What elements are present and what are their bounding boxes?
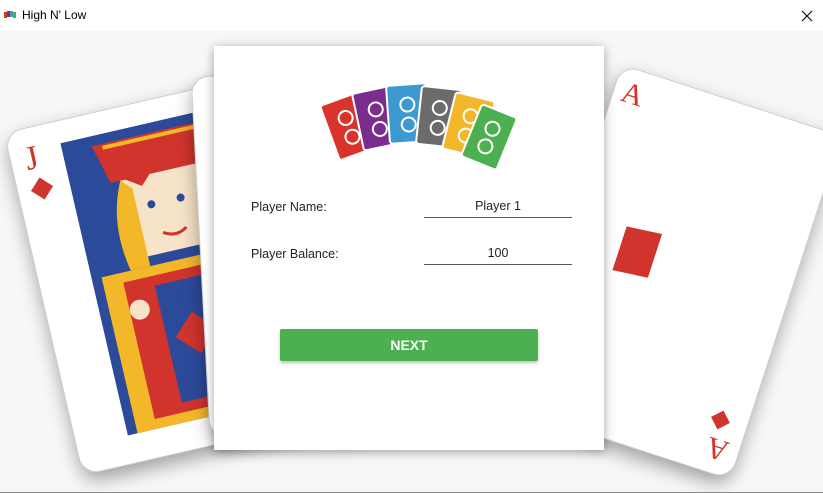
- player-balance-input[interactable]: [424, 242, 572, 265]
- next-button[interactable]: NEXT: [280, 329, 538, 361]
- close-button[interactable]: [791, 0, 823, 31]
- card-fan-logo-icon: [319, 82, 518, 171]
- diamond-suit-small-icon: [711, 410, 730, 430]
- player-balance-label: Player Balance:: [251, 247, 339, 261]
- card-rank-jack: J: [21, 139, 43, 179]
- diamond-suit-large-icon: [612, 226, 663, 278]
- card-rank-ace-top: A: [617, 75, 648, 114]
- player-setup-dialog: Player Name: Player Balance: NEXT: [214, 46, 604, 450]
- game-background: J A A Player Name: Player 1 Player Balan…: [0, 31, 823, 492]
- diamond-suit-icon: [31, 177, 54, 200]
- title-bar: High N' Low: [0, 0, 823, 31]
- window-title: High N' Low: [22, 8, 87, 22]
- player-name-label: Player Name:: [251, 200, 327, 214]
- player-name-input[interactable]: [424, 195, 572, 218]
- app-logo-icon: [4, 11, 16, 18]
- card-rank-ace-bottom: A: [702, 429, 733, 469]
- close-icon: [801, 10, 813, 21]
- app-window: High N' Low J A A Player Name: Player 1 …: [0, 0, 823, 493]
